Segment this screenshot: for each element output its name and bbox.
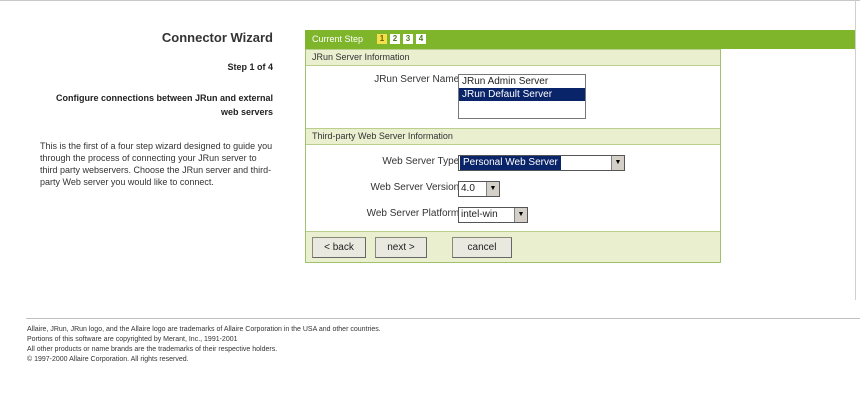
legal-footer: Allaire, JRun, JRun logo, and the Allair… xyxy=(27,325,727,365)
footer-copyright-line: © 1997-2000 Allaire Corporation. All rig… xyxy=(27,356,189,363)
jrun-server-name-label: JRun Server Name: xyxy=(374,74,462,85)
web-server-version-select[interactable]: 4.0 ▼ xyxy=(458,181,500,197)
jrun-server-row: JRun Server Name: JRun Admin Server JRun… xyxy=(306,66,720,128)
current-step-label: Current Step xyxy=(312,34,364,44)
footer-divider xyxy=(26,318,860,319)
wizard-panel: Current Step 1 2 3 4 JRun Server Informa… xyxy=(305,30,855,263)
list-item[interactable]: JRun Admin Server xyxy=(459,75,585,88)
back-button[interactable]: < back xyxy=(312,237,366,258)
step-3-badge: 3 xyxy=(403,34,413,44)
next-button[interactable]: next > xyxy=(375,237,427,258)
step-bar: Current Step 1 2 3 4 xyxy=(305,30,855,49)
jrun-section-heading: JRun Server Information xyxy=(306,49,720,66)
cancel-button[interactable]: cancel xyxy=(452,237,512,258)
web-server-platform-value: intel-win xyxy=(461,209,498,220)
wizard-title: Connector Wizard xyxy=(161,30,273,45)
web-server-section-heading: Third-party Web Server Information xyxy=(306,128,720,145)
top-divider xyxy=(0,0,860,1)
web-server-type-value: Personal Web Server xyxy=(460,156,561,170)
chevron-down-icon[interactable]: ▼ xyxy=(486,182,499,196)
wizard-description: This is the first of a four step wizard … xyxy=(40,141,273,187)
right-border xyxy=(855,0,856,300)
wizard-subtitle: Configure connections between JRun and e… xyxy=(55,93,273,117)
jrun-server-listbox[interactable]: JRun Admin Server JRun Default Server xyxy=(458,74,586,119)
web-server-platform-label: Web Server Platform: xyxy=(366,208,462,219)
button-bar: < back next > cancel xyxy=(306,231,720,262)
wizard-form: JRun Server Information JRun Server Name… xyxy=(305,49,721,263)
footer-merant-line: Portions of this software are copyrighte… xyxy=(27,336,238,343)
step-4-badge: 4 xyxy=(416,34,426,44)
list-item[interactable]: JRun Default Server xyxy=(459,88,585,101)
web-server-platform-select[interactable]: intel-win ▼ xyxy=(458,207,528,223)
step-1-badge: 1 xyxy=(377,34,387,44)
web-server-fields: Web Server Type: Personal Web Server ▼ W… xyxy=(306,145,720,231)
footer-trademark-line: Allaire, JRun, JRun logo, and the Allair… xyxy=(27,326,381,333)
web-server-type-select[interactable]: Personal Web Server ▼ xyxy=(458,155,625,171)
web-server-type-label: Web Server Type: xyxy=(382,156,462,167)
footer-other-products-line: All other products or name brands are th… xyxy=(27,346,278,353)
step-indicator-text: Step 1 of 4 xyxy=(227,62,273,72)
web-server-version-label: Web Server Version: xyxy=(370,182,462,193)
step-2-badge: 2 xyxy=(390,34,400,44)
web-server-version-value: 4.0 xyxy=(461,183,475,194)
chevron-down-icon[interactable]: ▼ xyxy=(611,156,624,170)
chevron-down-icon[interactable]: ▼ xyxy=(514,208,527,222)
